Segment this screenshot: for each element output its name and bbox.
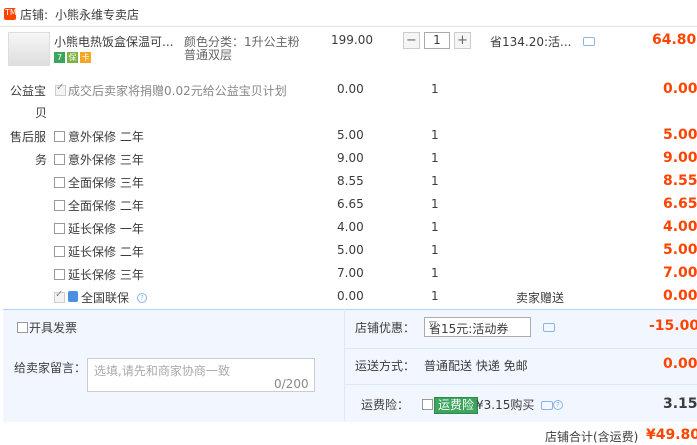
guarantee-icon: 保	[67, 52, 78, 63]
row-divider	[344, 384, 697, 385]
joint-warranty-checkbox	[54, 289, 65, 303]
quantity-input[interactable]: 1	[424, 32, 450, 49]
service-option-price: 9.00	[337, 151, 364, 165]
seven-day-return-icon: 7	[54, 52, 65, 63]
promo-detail-icon[interactable]	[543, 323, 555, 332]
service-label: 售后服	[10, 130, 47, 144]
product-thumbnail[interactable]	[8, 32, 50, 66]
help-icon[interactable]: ?	[137, 293, 147, 303]
promo-label: 店铺优惠：	[355, 321, 416, 335]
memo-textarea[interactable]: 选填,请先和商家协商一致 0/200	[87, 358, 315, 392]
service-option-total: 8.55	[663, 173, 697, 189]
seller-gift-note: 卖家赠送	[516, 291, 565, 305]
service-option-name[interactable]: 延长保修 三年	[68, 266, 144, 283]
service-option-total: 6.65	[663, 196, 697, 212]
discount-info: 省134.20:活...	[490, 35, 572, 49]
charity-label-cont: 贝	[35, 106, 48, 120]
shipping-method: 普通配送 快递 免邮	[424, 359, 528, 373]
service-option-qty: 1	[431, 266, 439, 280]
service-option-qty: 1	[431, 128, 439, 142]
shop-total-label: 店铺合计(含运费)	[545, 430, 639, 444]
promo-select[interactable]: 省15元:活动券 ▽	[424, 317, 531, 337]
service-checkbox[interactable]	[54, 200, 65, 211]
invoice-label[interactable]: 开具发票	[29, 319, 77, 336]
joint-warranty-name: 全国联保	[81, 291, 130, 305]
service-option-name[interactable]: 意外保修 三年	[68, 151, 144, 168]
service-option-name[interactable]: 延长保修 一年	[68, 220, 144, 237]
shop-prefix: 店铺:	[20, 8, 49, 22]
service-option-qty: 1	[431, 151, 439, 165]
shipping-amount: 0.00	[663, 356, 697, 372]
service-checkbox[interactable]	[54, 269, 65, 280]
tmall-shop-icon: TM	[4, 8, 17, 20]
product-title-link[interactable]: 小熊电热饭盒保温可...	[54, 33, 173, 50]
service-option-total: 4.00	[663, 219, 697, 235]
item-total: 64.80	[652, 32, 697, 48]
help-icon[interactable]: ?	[553, 400, 563, 410]
service-option-total: 7.00	[663, 265, 697, 281]
charity-price: 0.00	[337, 82, 364, 96]
memo-label: 给卖家留言：	[14, 361, 87, 375]
chevron-down-icon: ▽	[429, 320, 437, 331]
service-option-price: 6.65	[337, 197, 364, 211]
service-option-price: 4.00	[337, 220, 364, 234]
service-option-qty: 1	[431, 243, 439, 257]
memo-placeholder: 选填,请先和商家协商一致	[94, 364, 230, 378]
charity-qty: 1	[431, 82, 439, 96]
joint-warranty-qty: 1	[431, 289, 439, 303]
row-divider	[344, 348, 697, 349]
promo-amount: -15.00	[649, 318, 697, 334]
service-checkbox[interactable]	[54, 177, 65, 188]
insurance-checkbox[interactable]	[422, 399, 433, 410]
service-option-price: 7.00	[337, 266, 364, 280]
service-option-qty: 1	[431, 220, 439, 234]
invoice-checkbox[interactable]	[17, 322, 28, 333]
service-option-price: 8.55	[337, 174, 364, 188]
discount-detail-icon[interactable]	[583, 37, 595, 46]
service-option-qty: 1	[431, 197, 439, 211]
unit-price: 199.00	[331, 33, 373, 47]
joint-warranty-total: 0.00	[663, 288, 697, 304]
memo-counter: 0/200	[274, 377, 309, 391]
service-checkbox[interactable]	[54, 131, 65, 142]
insurance-amount: 3.15	[663, 396, 697, 412]
joint-warranty-price: 0.00	[337, 289, 364, 303]
credit-card-icon: 卡	[80, 52, 91, 63]
service-option-total: 5.00	[663, 127, 697, 143]
service-label-cont: 务	[35, 153, 48, 167]
quantity-stepper: − 1 +	[403, 32, 471, 50]
increase-button[interactable]: +	[454, 32, 471, 49]
service-option-name[interactable]: 全面保修 二年	[68, 197, 144, 214]
service-option-total: 9.00	[663, 150, 697, 166]
insurance-tag: 运费险	[434, 397, 479, 414]
service-checkbox[interactable]	[54, 246, 65, 257]
charity-label: 公益宝	[10, 84, 47, 98]
shipping-label: 运送方式：	[355, 359, 416, 373]
service-option-price: 5.00	[337, 243, 364, 257]
service-option-name[interactable]: 意外保修 二年	[68, 128, 144, 145]
insurance-info-icon[interactable]	[541, 401, 553, 410]
shield-icon	[68, 291, 78, 302]
service-option-name[interactable]: 延长保修 二年	[68, 243, 144, 260]
sku-type: 普通双层	[184, 48, 233, 62]
service-checkbox[interactable]	[54, 223, 65, 234]
insurance-price: ¥3.15购买	[476, 398, 535, 412]
decrease-button[interactable]: −	[403, 32, 420, 49]
shop-name-link[interactable]: 小熊永维专卖店	[55, 6, 139, 23]
service-option-price: 5.00	[337, 128, 364, 142]
service-checkbox[interactable]	[54, 154, 65, 165]
charity-checkbox	[55, 82, 66, 96]
charity-total: 0.00	[663, 81, 697, 97]
service-option-name[interactable]: 全面保修 三年	[68, 174, 144, 191]
service-option-total: 5.00	[663, 242, 697, 258]
service-option-qty: 1	[431, 174, 439, 188]
insurance-label: 运费险：	[361, 398, 410, 412]
charity-text: 成交后卖家将捐赠0.02元给公益宝贝计划	[68, 84, 287, 98]
panel-divider	[344, 309, 345, 421]
shop-header: TM 店铺: 小熊永维专卖店	[0, 0, 697, 27]
shop-total: ¥49.80	[646, 427, 697, 443]
